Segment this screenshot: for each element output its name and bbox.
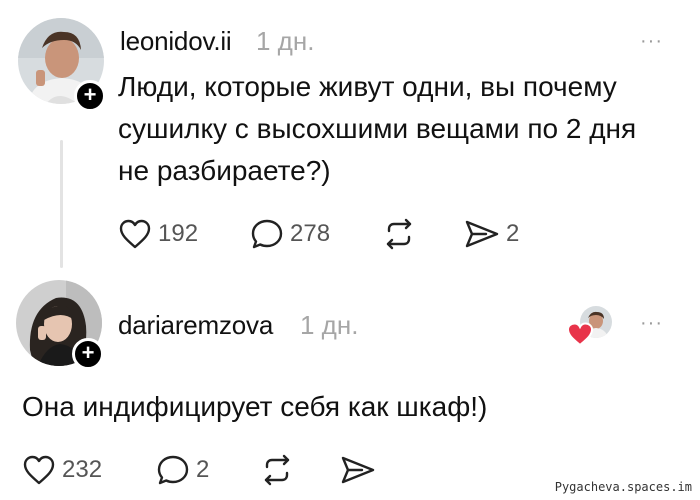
post-text-line: Люди, которые живут одни, вы почему — [118, 71, 617, 102]
watermark: Pygacheva.spaces.im — [554, 480, 692, 494]
heart-icon — [119, 219, 151, 249]
post-comment-count: 278 — [290, 220, 331, 247]
repost-icon — [386, 218, 412, 250]
send-icon — [465, 220, 499, 248]
post-username[interactable]: leonidov.ii — [120, 26, 232, 57]
reply-comment-button[interactable]: 2 — [156, 454, 209, 486]
thread-line — [60, 140, 63, 268]
post-text-line: сушилку с высохшими вещами по 2 дня — [118, 113, 637, 144]
post-text: Люди, которые живут одни, вы почему суши… — [118, 66, 636, 192]
post-repost-button[interactable] — [382, 218, 416, 250]
post-comment-button[interactable]: 278 — [250, 218, 330, 250]
post-time: 1 дн. — [256, 26, 315, 56]
follow-plus-button[interactable]: + — [72, 338, 104, 370]
comment-icon — [157, 455, 189, 485]
reply-time: 1 дн. — [300, 310, 359, 340]
send-icon — [341, 456, 375, 484]
reply-more-icon[interactable]: ··· — [640, 313, 663, 333]
author-liked-heart-icon — [566, 321, 594, 352]
post-share-count: 2 — [506, 220, 520, 247]
reply-share-button[interactable] — [340, 454, 376, 486]
reply-repost-button[interactable] — [260, 454, 294, 486]
reply-text: Она индифицирует себя как шкаф!) — [22, 391, 488, 422]
repost-icon — [264, 454, 290, 486]
post-text-line: не разбираете?) — [118, 155, 331, 186]
post-more-icon[interactable]: ··· — [640, 31, 663, 51]
heart-icon — [23, 455, 55, 485]
post-like-count: 192 — [158, 220, 199, 247]
post-share-button[interactable]: 2 — [464, 218, 519, 250]
follow-plus-button[interactable]: + — [74, 80, 106, 112]
reply-username[interactable]: dariaremzova — [118, 310, 273, 341]
reply-like-button[interactable]: 232 — [22, 454, 102, 486]
reply-like-count: 232 — [62, 456, 103, 483]
reply-comment-count: 2 — [196, 456, 210, 483]
post-like-button[interactable]: 192 — [118, 218, 198, 250]
comment-icon — [251, 219, 283, 249]
